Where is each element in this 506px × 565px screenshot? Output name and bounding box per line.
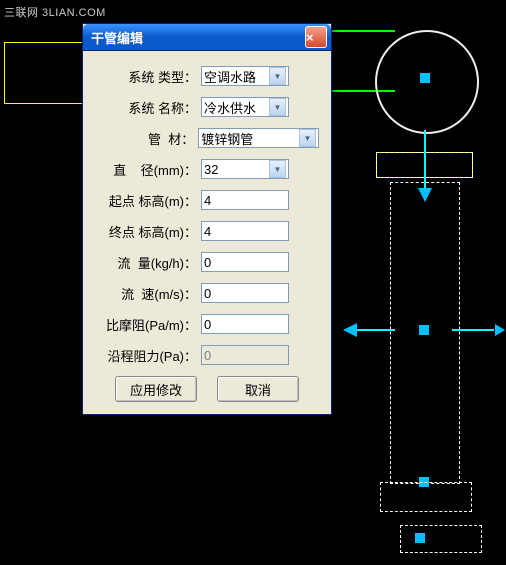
chevron-down-icon: ▼ bbox=[299, 129, 316, 147]
apply-button-label: 应用修改 bbox=[130, 380, 182, 399]
cancel-button-label: 取消 bbox=[245, 380, 271, 399]
friction-input[interactable] bbox=[201, 314, 289, 334]
chevron-down-icon: ▼ bbox=[269, 160, 286, 178]
system-type-combo[interactable]: 空调水路 ▼ bbox=[201, 66, 289, 86]
end-elev-input[interactable] bbox=[201, 221, 289, 241]
dialog-title: 干管编辑 bbox=[91, 28, 305, 47]
cancel-button[interactable]: 取消 bbox=[217, 376, 299, 402]
title-bar[interactable]: 干管编辑 × bbox=[83, 24, 331, 51]
material-value: 镀锌钢管 bbox=[201, 129, 253, 148]
resistance-input bbox=[201, 345, 289, 365]
diameter-label: 直 径(mm)： bbox=[95, 160, 201, 179]
material-combo[interactable]: 镀锌钢管 ▼ bbox=[198, 128, 319, 148]
friction-label: 比摩阻(Pa/m)： bbox=[95, 315, 201, 334]
start-elev-input[interactable] bbox=[201, 190, 289, 210]
system-name-combo[interactable]: 冷水供水 ▼ bbox=[201, 97, 289, 117]
flow-input[interactable] bbox=[201, 252, 289, 272]
end-elev-label: 终点 标高(m)： bbox=[95, 222, 201, 241]
system-type-label: 系统 类型： bbox=[95, 67, 201, 86]
close-button[interactable]: × bbox=[305, 26, 327, 48]
watermark: 三联网 3LIAN.COM bbox=[4, 4, 106, 20]
start-elev-label: 起点 标高(m)： bbox=[95, 191, 201, 210]
chevron-down-icon: ▼ bbox=[269, 67, 286, 85]
system-type-value: 空调水路 bbox=[204, 67, 256, 86]
close-icon: × bbox=[306, 30, 326, 45]
system-name-label: 系统 名称： bbox=[95, 98, 201, 117]
system-name-value: 冷水供水 bbox=[204, 98, 256, 117]
flow-label: 流 量(kg/h)： bbox=[95, 253, 201, 272]
material-label: 管 材： bbox=[95, 129, 198, 148]
diameter-value: 32 bbox=[204, 162, 218, 177]
velocity-label: 流 速(m/s)： bbox=[95, 284, 201, 303]
velocity-input[interactable] bbox=[201, 283, 289, 303]
diameter-combo[interactable]: 32 ▼ bbox=[201, 159, 289, 179]
chevron-down-icon: ▼ bbox=[269, 98, 286, 116]
main-pipe-edit-dialog: 干管编辑 × 系统 类型： 空调水路 ▼ 系统 名称： 冷水供水 ▼ 管 材： … bbox=[82, 23, 332, 415]
apply-button[interactable]: 应用修改 bbox=[115, 376, 197, 402]
dialog-body: 系统 类型： 空调水路 ▼ 系统 名称： 冷水供水 ▼ 管 材： 镀锌钢管 ▼ … bbox=[83, 51, 331, 414]
resistance-label: 沿程阻力(Pa)： bbox=[95, 346, 201, 365]
